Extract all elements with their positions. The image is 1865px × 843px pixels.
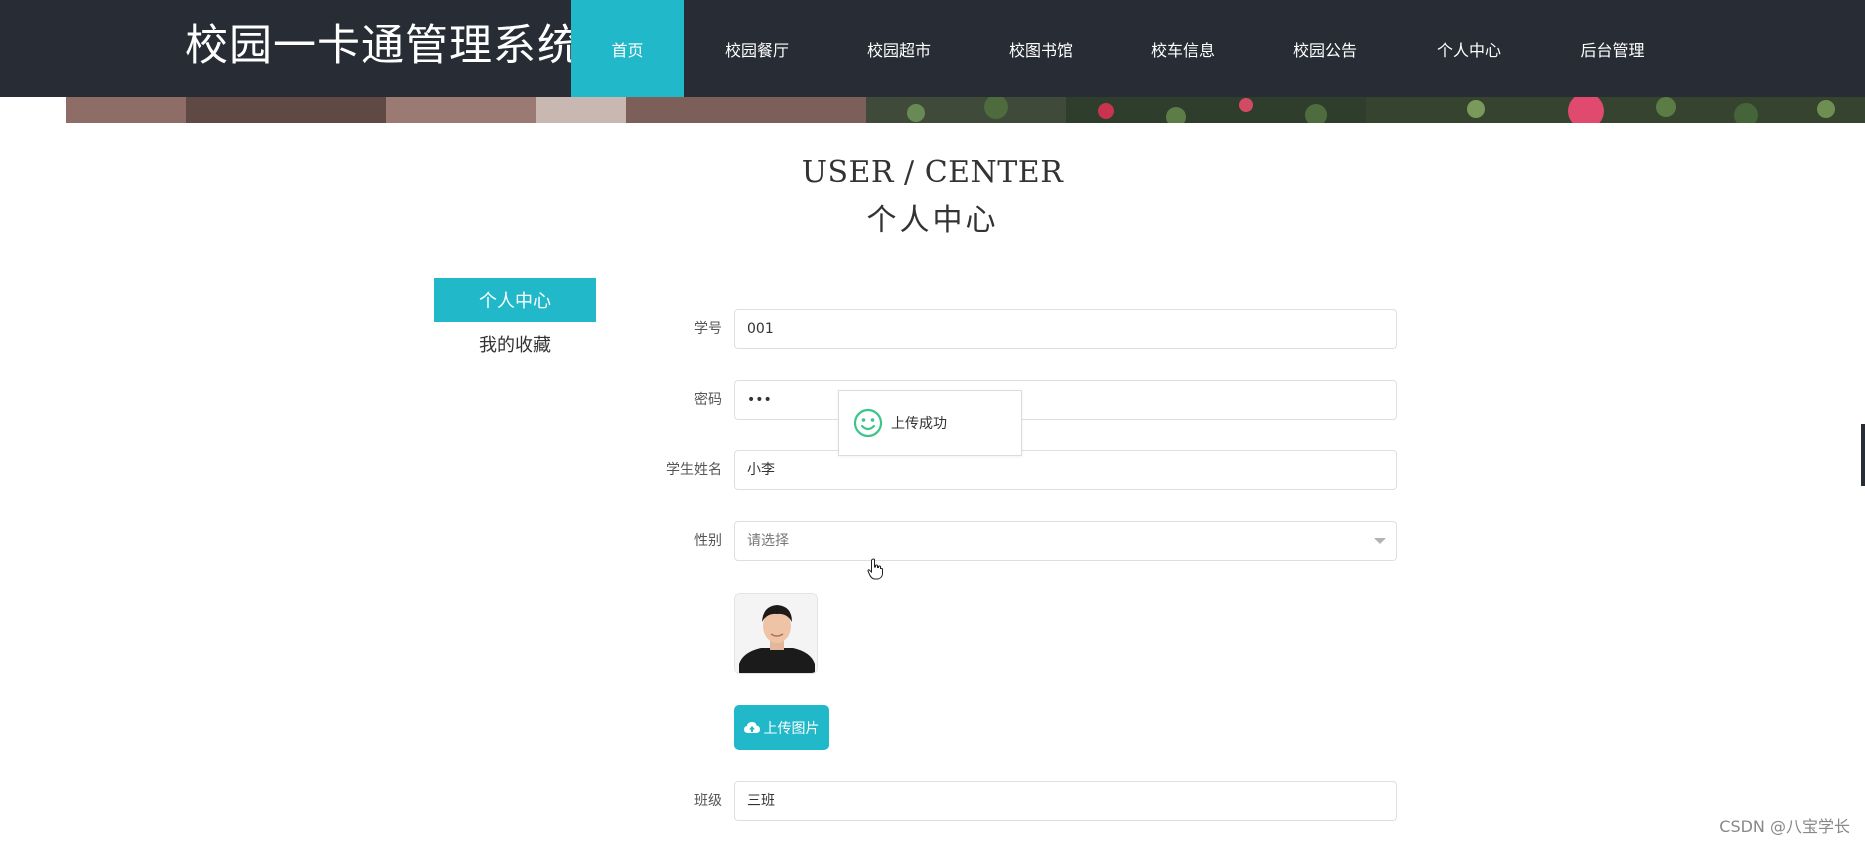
student-name-input[interactable]: 小李 <box>734 450 1397 490</box>
password-input[interactable]: ••• <box>734 380 1397 420</box>
banner-image <box>0 97 1865 123</box>
form-row-student-id: 学号 001 <box>640 309 1397 349</box>
upload-image-button[interactable]: 上传图片 <box>734 705 829 750</box>
success-toast: 上传成功 <box>838 390 1022 456</box>
student-name-label: 学生姓名 <box>666 462 722 478</box>
toast-message: 上传成功 <box>891 416 947 432</box>
nav-item-user-center[interactable]: 个人中心 <box>1398 0 1540 97</box>
side-menu: 个人中心 我的收藏 <box>434 278 596 366</box>
form-row-gender: 性别 请选择 <box>640 521 1397 561</box>
side-item-favorites[interactable]: 我的收藏 <box>434 322 596 366</box>
watermark: CSDN @八宝学长 <box>1719 817 1850 836</box>
site-title: 校园一卡通管理系统 <box>185 21 581 71</box>
gender-select[interactable]: 请选择 <box>734 521 1397 561</box>
avatar-preview[interactable] <box>734 593 818 674</box>
class-label: 班级 <box>694 793 722 809</box>
gender-label: 性别 <box>694 533 722 549</box>
chevron-down-icon <box>1374 538 1386 544</box>
form-row-student-name: 学生姓名 小李 <box>640 450 1397 490</box>
main-nav: 首页 校园餐厅 校园超市 校图书馆 校车信息 校园公告 个人中心 后台管理 <box>571 0 1685 97</box>
class-input[interactable]: 三班 <box>734 781 1397 821</box>
gender-select-placeholder: 请选择 <box>747 533 789 549</box>
nav-item-announcements[interactable]: 校园公告 <box>1252 0 1398 97</box>
flower-banner-image <box>66 97 1865 123</box>
nav-item-home[interactable]: 首页 <box>571 0 684 97</box>
cloud-upload-icon <box>743 721 760 733</box>
student-id-input[interactable]: 001 <box>734 309 1397 349</box>
nav-item-admin[interactable]: 后台管理 <box>1540 0 1685 97</box>
password-label: 密码 <box>694 392 722 408</box>
nav-item-shuttle[interactable]: 校车信息 <box>1114 0 1252 97</box>
hand-cursor-icon <box>867 558 883 580</box>
smile-icon <box>853 408 883 438</box>
user-photo-image <box>735 594 817 673</box>
form-row-class: 班级 三班 <box>640 781 1397 821</box>
nav-item-supermarket[interactable]: 校园超市 <box>830 0 968 97</box>
nav-item-restaurant[interactable]: 校园餐厅 <box>684 0 830 97</box>
student-id-label: 学号 <box>694 321 722 337</box>
section-title-cn: 个人中心 <box>866 203 999 238</box>
scroll-handle[interactable] <box>1861 424 1865 486</box>
top-navbar: 校园一卡通管理系统 首页 校园餐厅 校园超市 校图书馆 校车信息 校园公告 个人… <box>0 0 1865 97</box>
nav-item-library[interactable]: 校图书馆 <box>968 0 1114 97</box>
upload-image-label: 上传图片 <box>763 720 820 737</box>
section-title-en: USER / CENTER <box>801 155 1064 190</box>
side-item-user-center[interactable]: 个人中心 <box>434 278 596 322</box>
